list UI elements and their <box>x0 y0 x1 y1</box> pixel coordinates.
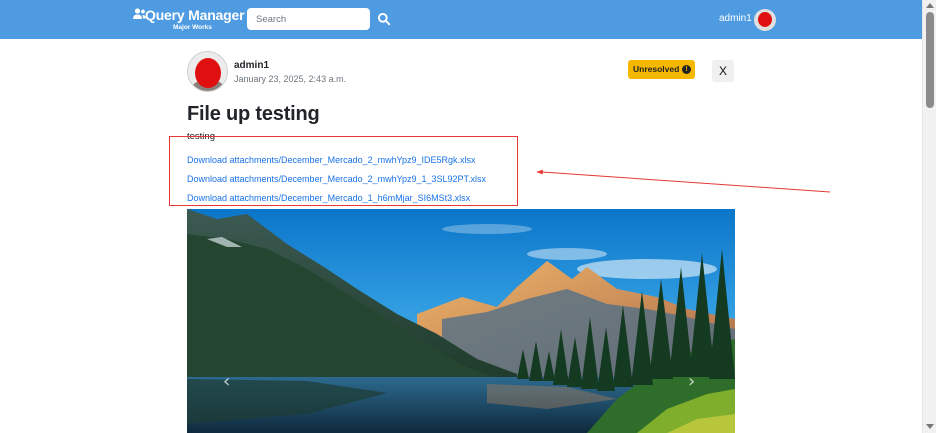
post-date: January 23, 2025, 2:43 a.m. <box>234 74 347 84</box>
scrollbar-thumb[interactable] <box>926 12 934 108</box>
post-title: File up testing <box>187 103 320 125</box>
avatar-redaction <box>195 58 221 88</box>
brand-subtitle: Major Works <box>173 24 212 31</box>
landscape-image: ‹ › <box>187 209 735 433</box>
page-scrollbar[interactable] <box>922 0 936 433</box>
exclamation-circle-icon: ! <box>682 65 691 74</box>
status-badge[interactable]: Unresolved ! <box>628 60 695 79</box>
nav-avatar[interactable] <box>754 9 776 31</box>
author-avatar <box>187 51 228 92</box>
carousel-image: ‹ › <box>187 209 735 433</box>
scroll-down-arrow-icon[interactable] <box>926 424 934 429</box>
search-icon[interactable] <box>377 12 391 26</box>
close-button[interactable]: X <box>712 60 734 82</box>
author-name: admin1 <box>234 60 270 71</box>
nav-username[interactable]: admin1 <box>719 13 752 24</box>
annotation-highlight-box <box>169 136 518 206</box>
search-input[interactable] <box>247 8 370 30</box>
status-label: Unresolved <box>633 64 680 74</box>
scroll-up-arrow-icon[interactable] <box>926 3 934 8</box>
brand-title: Query Manager <box>145 7 245 23</box>
carousel-prev-icon[interactable]: ‹ <box>223 371 230 392</box>
carousel-next-icon[interactable]: › <box>688 371 695 392</box>
top-navbar: Query Manager Major Works admin1 <box>0 0 922 39</box>
avatar-redaction <box>758 12 772 27</box>
